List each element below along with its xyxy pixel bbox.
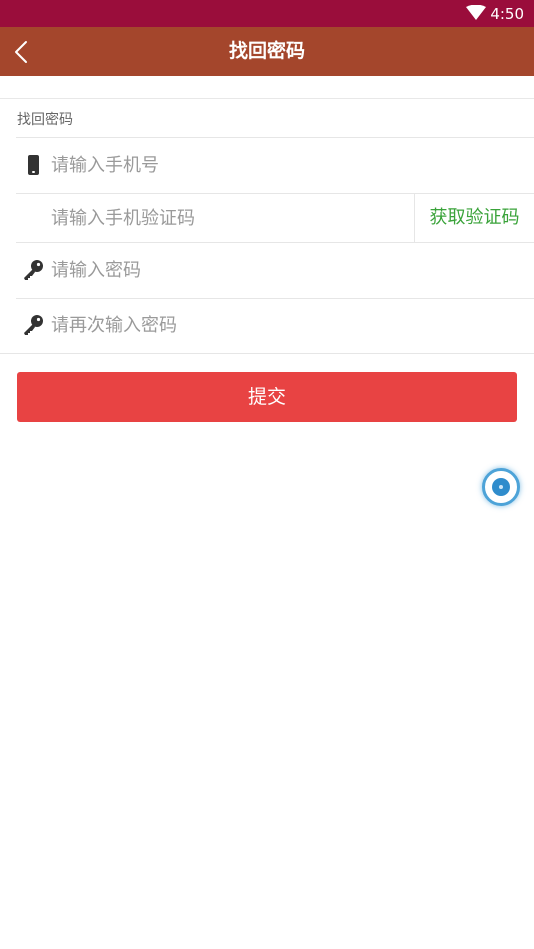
confirm-password-row [16, 298, 534, 353]
get-code-button[interactable]: 获取验证码 [414, 193, 534, 243]
key-icon [24, 260, 43, 280]
status-bar: 4:50 [0, 0, 534, 27]
submit-button[interactable]: 提交 [17, 372, 517, 422]
key-icon [24, 315, 43, 335]
divider [0, 353, 534, 354]
code-row [16, 193, 414, 243]
wifi-icon [466, 5, 486, 20]
status-time: 4:50 [490, 5, 524, 23]
verification-code-input[interactable] [51, 193, 411, 243]
floating-assistive-button[interactable] [482, 468, 520, 506]
password-row [16, 243, 534, 298]
page-title: 找回密码 [228, 40, 305, 62]
assistive-touch-icon [492, 478, 510, 496]
divider [0, 98, 534, 99]
confirm-password-input[interactable] [51, 298, 521, 353]
section-label: 找回密码 [17, 112, 73, 128]
phone-row [16, 138, 534, 193]
app-bar: 找回密码 [0, 27, 534, 76]
password-input[interactable] [51, 243, 521, 298]
phone-input[interactable] [51, 138, 521, 193]
phone-icon [28, 155, 39, 175]
